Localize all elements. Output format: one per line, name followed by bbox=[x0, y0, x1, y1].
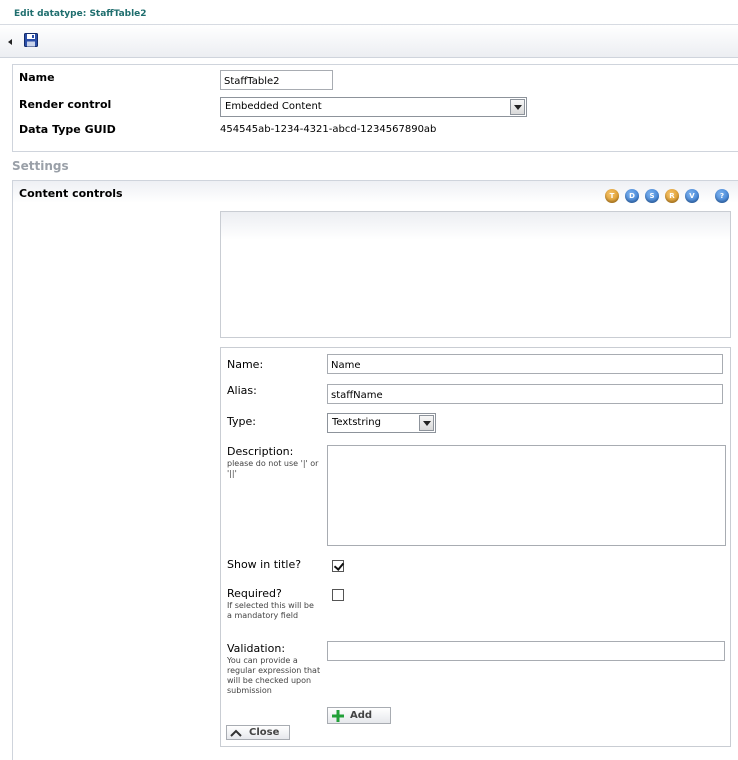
field-editor-box: Name: Alias: Type: Textstring Descriptio… bbox=[220, 347, 731, 747]
chevron-down-icon[interactable] bbox=[419, 415, 434, 431]
add-button[interactable]: Add bbox=[327, 707, 391, 724]
properties-panel: Name Render control Embedded Content Dat… bbox=[12, 64, 738, 152]
render-control-value: Embedded Content bbox=[225, 101, 322, 112]
delete-icon[interactable]: D bbox=[625, 189, 639, 203]
alias-input[interactable] bbox=[327, 384, 723, 404]
render-control-select[interactable]: Embedded Content bbox=[220, 97, 527, 117]
validation-label: Validation: bbox=[227, 642, 286, 655]
field-name-input[interactable] bbox=[327, 354, 723, 374]
add-button-label: Add bbox=[350, 710, 373, 721]
title-bar: Edit datatype: StaffTable2 bbox=[0, 0, 738, 24]
description-hint: please do not use '|' or '||' bbox=[227, 459, 319, 478]
type-label: Type: bbox=[227, 415, 256, 428]
reorder-icon[interactable]: R bbox=[665, 189, 679, 203]
back-arrow-icon[interactable] bbox=[8, 39, 12, 45]
validation-icon[interactable]: V bbox=[685, 189, 699, 203]
required-label: Required? bbox=[227, 587, 282, 600]
show-in-title-checkbox[interactable] bbox=[332, 560, 344, 572]
text-icon[interactable]: T bbox=[605, 189, 619, 203]
plus-icon bbox=[332, 710, 344, 722]
description-textarea[interactable] bbox=[327, 445, 726, 546]
toolbar bbox=[0, 24, 738, 58]
save-icon[interactable] bbox=[24, 33, 38, 47]
type-value: Textstring bbox=[332, 417, 381, 428]
help-icon[interactable]: ? bbox=[715, 189, 729, 203]
settings-header: Settings bbox=[12, 159, 69, 173]
required-hint: If selected this will be a mandatory fie… bbox=[227, 601, 314, 620]
type-select[interactable]: Textstring bbox=[327, 413, 436, 433]
render-control-label: Render control bbox=[19, 98, 112, 111]
content-controls-label: Content controls bbox=[19, 187, 123, 200]
guid-label: Data Type GUID bbox=[19, 123, 116, 136]
validation-input[interactable] bbox=[327, 641, 725, 661]
guid-value: 454545ab-1234-4321-abcd-1234567890ab bbox=[220, 124, 437, 135]
close-button[interactable]: Close bbox=[226, 725, 290, 740]
chevron-up-icon bbox=[230, 729, 242, 737]
alias-label: Alias: bbox=[227, 384, 257, 397]
name-label: Name bbox=[19, 71, 55, 84]
name-input[interactable] bbox=[220, 70, 333, 90]
close-button-label: Close bbox=[249, 727, 280, 738]
content-preview-box bbox=[220, 211, 731, 338]
description-label: Description: bbox=[227, 445, 294, 458]
sort-icon[interactable]: S bbox=[645, 189, 659, 203]
page-title: Edit datatype: StaffTable2 bbox=[14, 9, 147, 19]
chevron-down-icon[interactable] bbox=[510, 99, 525, 115]
required-checkbox[interactable] bbox=[332, 589, 344, 601]
validation-hint: You can provide a regular expression tha… bbox=[227, 656, 321, 695]
show-in-title-label: Show in title? bbox=[227, 558, 302, 571]
field-name-label: Name: bbox=[227, 358, 264, 371]
